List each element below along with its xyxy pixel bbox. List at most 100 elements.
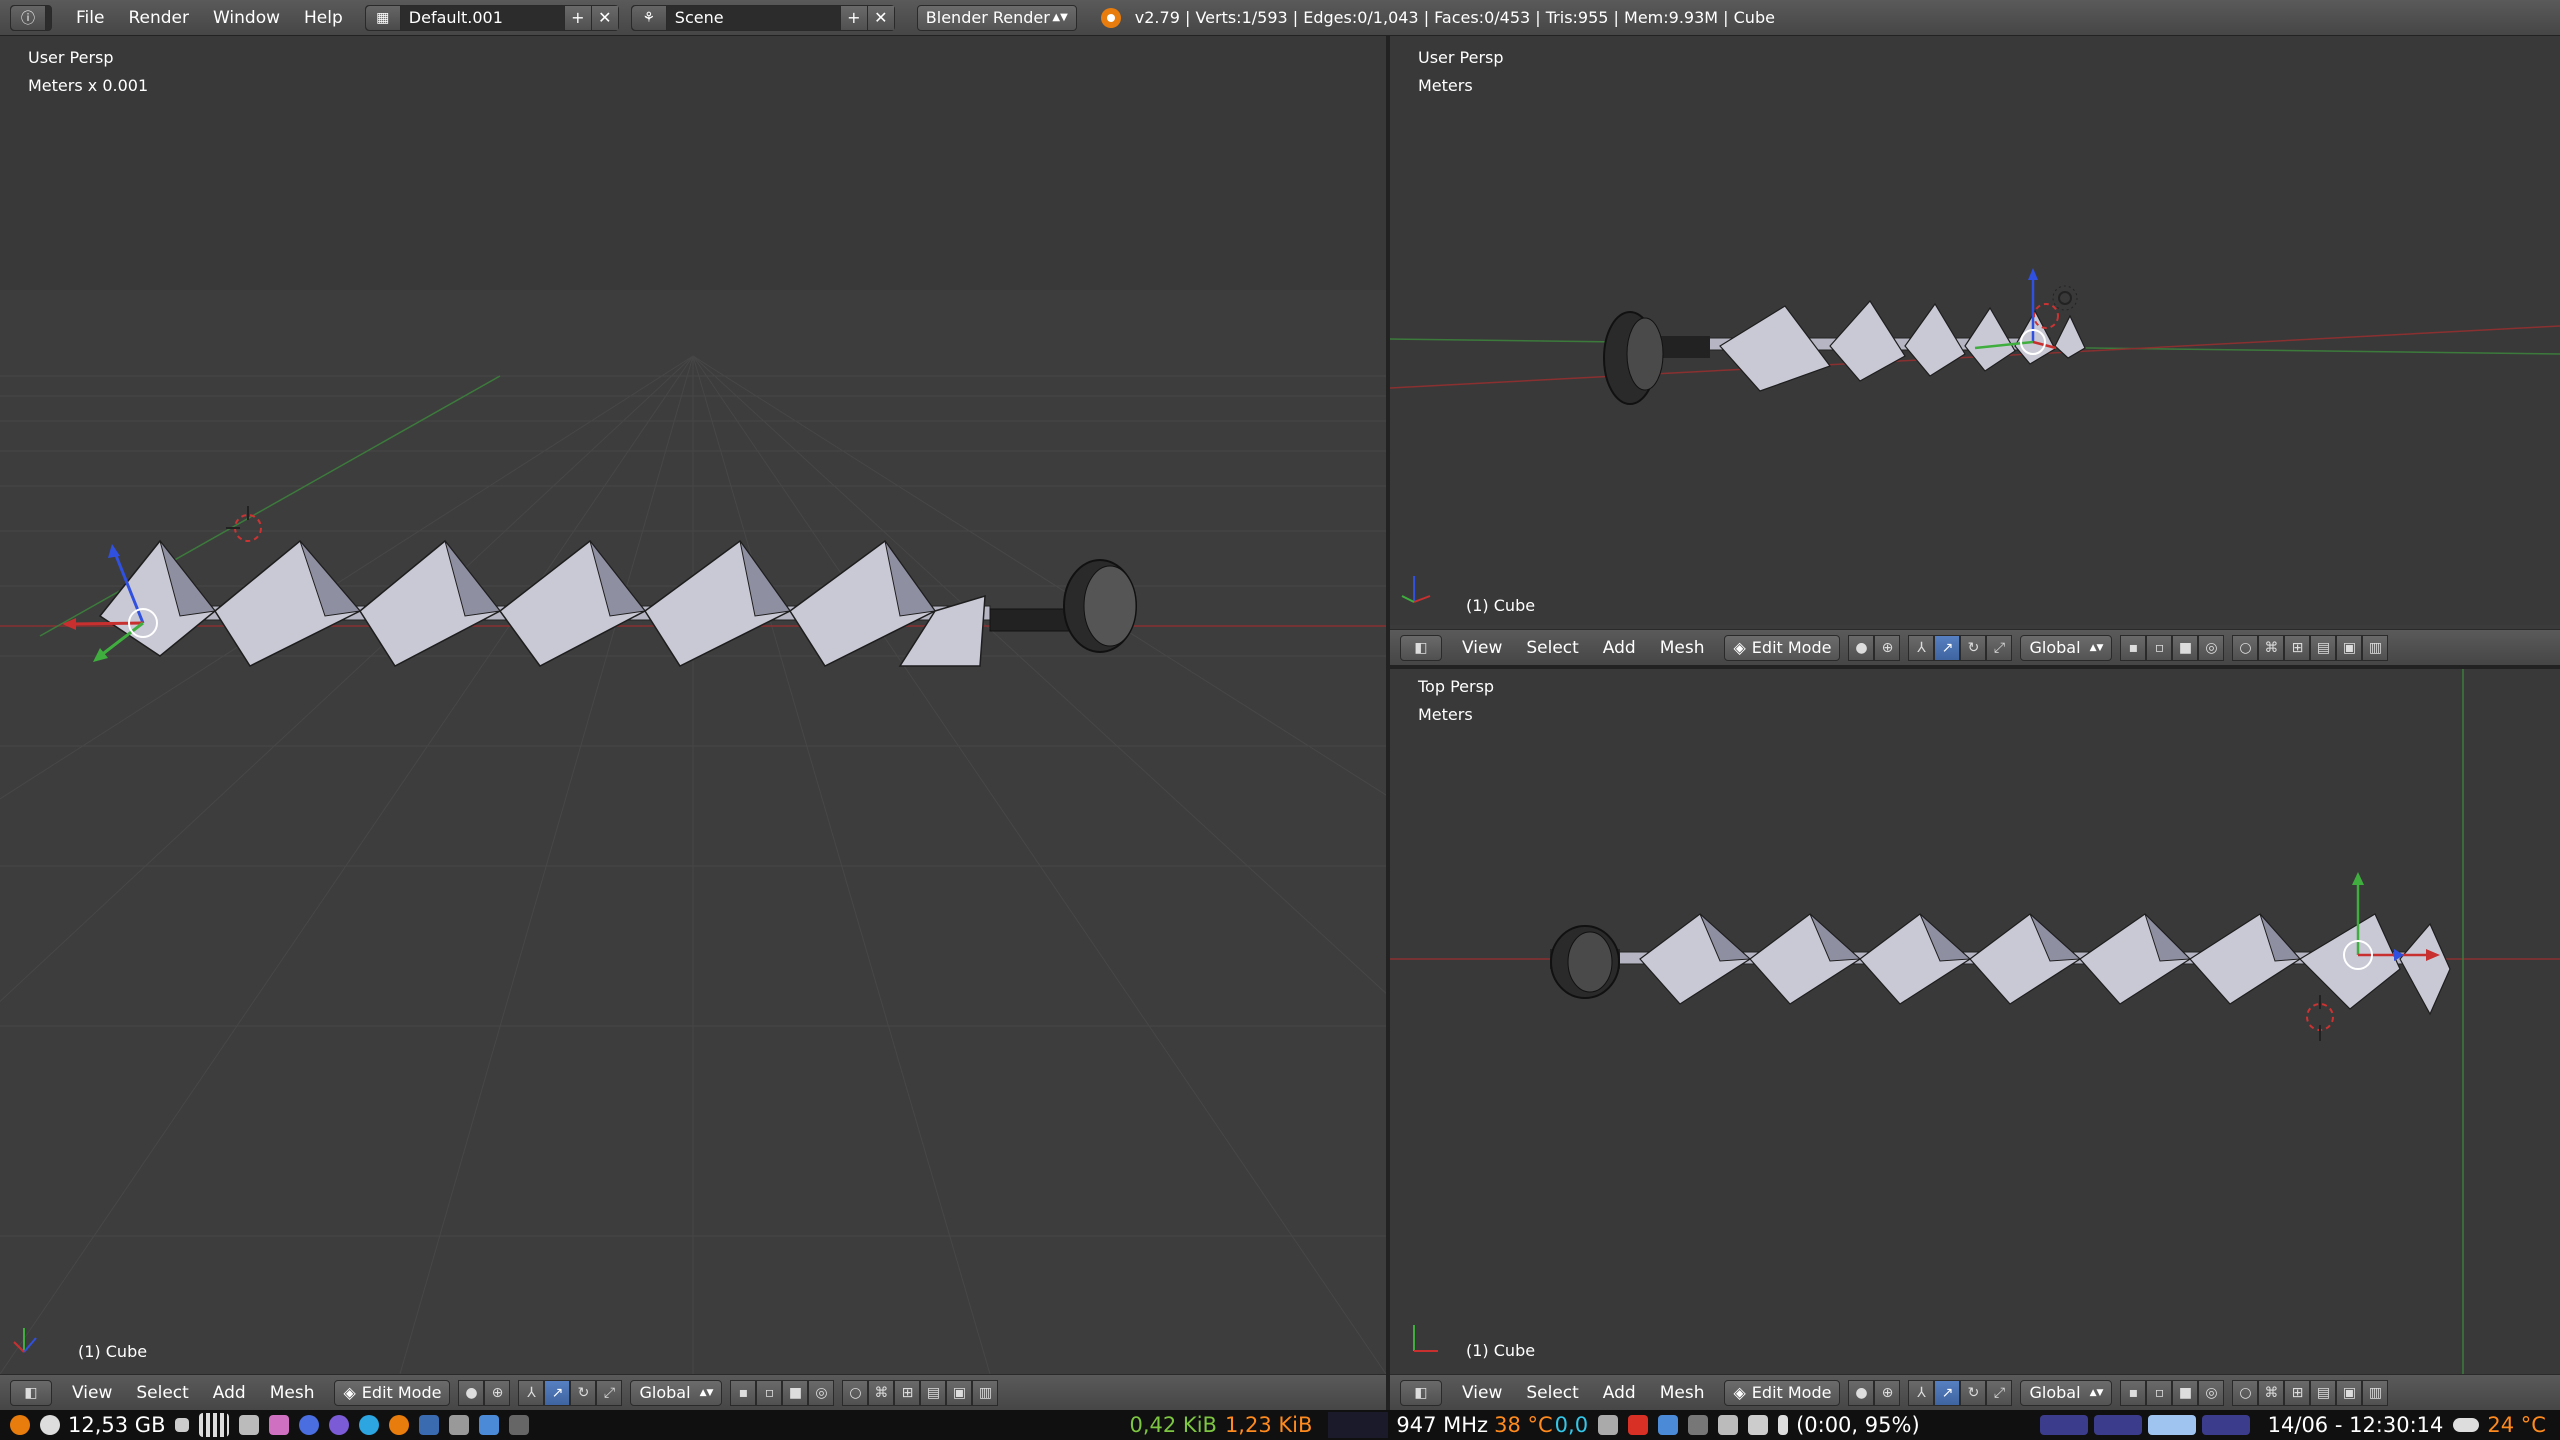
interaction-mode-selector[interactable]: ◈ Edit Mode <box>1724 1379 1841 1406</box>
workspace-3-icon[interactable] <box>2147 1415 2196 1435</box>
settings-icon[interactable] <box>449 1415 470 1435</box>
menu-mesh[interactable]: Mesh <box>1660 1383 1705 1403</box>
3d-cursor[interactable] <box>226 506 262 542</box>
menu-select[interactable]: Select <box>1526 638 1578 658</box>
transform-manipulator[interactable] <box>2343 872 2440 970</box>
layers-icon[interactable]: ▤ <box>920 1379 947 1406</box>
firefox-icon[interactable] <box>299 1415 320 1435</box>
image-viewer-icon[interactable] <box>269 1415 290 1435</box>
scale-manipulator-icon[interactable]: ⤢ <box>1986 634 2013 661</box>
menu-select[interactable]: Select <box>136 1383 188 1403</box>
render-preview-icon[interactable]: ▣ <box>2336 1379 2363 1406</box>
workspace-1-icon[interactable] <box>2039 1415 2088 1435</box>
edge-select-icon[interactable]: ▫ <box>756 1379 783 1406</box>
viewport-bottom-right[interactable]: Top Persp Meters (1) Cube <box>1390 669 2560 1374</box>
layers-icon[interactable]: ▤ <box>2310 634 2337 661</box>
workspace-2-icon[interactable] <box>2093 1415 2142 1435</box>
proportional-editing-icon[interactable]: ○ <box>2232 634 2259 661</box>
blender-active-icon[interactable] <box>419 1415 440 1435</box>
terminal-icon[interactable] <box>509 1415 530 1435</box>
firefox-dev-icon[interactable] <box>329 1415 350 1435</box>
interaction-mode-selector[interactable]: ◈ Edit Mode <box>1724 634 1841 661</box>
editor-type-selector[interactable]: ⓘ <box>10 4 52 31</box>
snap-element-icon[interactable]: ⊞ <box>2284 634 2311 661</box>
viewport-shading-solid-icon[interactable]: ● <box>1848 634 1875 661</box>
translate-manipulator-icon[interactable]: ↗ <box>1934 634 1961 661</box>
scene-name[interactable]: Scene <box>667 8 840 27</box>
menu-select[interactable]: Select <box>1526 1383 1578 1403</box>
viewport-top-right[interactable]: User Persp Meters (1) Cube <box>1390 36 2560 625</box>
edge-select-icon[interactable]: ▫ <box>2146 1379 2173 1406</box>
limit-selection-visible-icon[interactable]: ◎ <box>2198 634 2225 661</box>
app-menu-icon[interactable] <box>10 1415 30 1435</box>
scale-manipulator-icon[interactable]: ⤢ <box>1986 1379 2013 1406</box>
opengl-render-icon[interactable]: ▥ <box>2362 634 2389 661</box>
vertex-select-icon[interactable]: ▪ <box>730 1379 757 1406</box>
viewport-shading-solid-icon[interactable]: ● <box>1848 1379 1875 1406</box>
viewport-left[interactable]: User Persp Meters x 0.001 (1) Cube <box>0 36 1386 1374</box>
translate-manipulator-icon[interactable]: ↗ <box>1934 1379 1961 1406</box>
rotate-manipulator-icon[interactable]: ↻ <box>1960 634 1987 661</box>
overflow-dots-icon[interactable] <box>1688 1415 1709 1435</box>
menu-add[interactable]: Add <box>1603 1383 1636 1403</box>
manipulator-toggle-icon[interactable]: ⅄ <box>518 1379 545 1406</box>
delete-scene-button[interactable]: ✕ <box>866 5 894 30</box>
opengl-render-icon[interactable]: ▥ <box>2362 1379 2389 1406</box>
store-icon[interactable] <box>479 1415 500 1435</box>
rotate-manipulator-icon[interactable]: ↻ <box>570 1379 597 1406</box>
menu-add[interactable]: Add <box>1603 638 1636 658</box>
snap-toggle-icon[interactable]: ⌘ <box>2258 634 2285 661</box>
layers-icon[interactable]: ▤ <box>2310 1379 2337 1406</box>
limit-selection-visible-icon[interactable]: ◎ <box>2198 1379 2225 1406</box>
power-icon[interactable] <box>40 1415 60 1435</box>
transform-orientation-selector[interactable]: Global ▲▼ <box>2020 1379 2113 1406</box>
pivot-point-icon[interactable]: ⊕ <box>1874 634 1901 661</box>
interaction-mode-selector[interactable]: ◈ Edit Mode <box>334 1379 451 1406</box>
scale-manipulator-icon[interactable]: ⤢ <box>596 1379 623 1406</box>
menu-mesh[interactable]: Mesh <box>1660 638 1705 658</box>
menu-add[interactable]: Add <box>213 1383 246 1403</box>
pivot-point-icon[interactable]: ⊕ <box>1874 1379 1901 1406</box>
face-select-icon[interactable]: ■ <box>2172 1379 2199 1406</box>
proportional-editing-icon[interactable]: ○ <box>2232 1379 2259 1406</box>
screen-layout-name[interactable]: Default.001 <box>401 8 564 27</box>
face-select-icon[interactable]: ■ <box>782 1379 809 1406</box>
auger-mesh[interactable] <box>98 539 1137 667</box>
transform-orientation-selector[interactable]: Global ▲▼ <box>2020 634 2113 661</box>
gmail-icon[interactable] <box>1628 1415 1649 1435</box>
menu-view[interactable]: View <box>1462 1383 1502 1403</box>
proportional-editing-icon[interactable]: ○ <box>842 1379 869 1406</box>
edge-select-icon[interactable]: ▫ <box>2146 634 2173 661</box>
menu-window[interactable]: Window <box>213 8 280 28</box>
battery-icon[interactable] <box>1778 1415 1789 1435</box>
lamp-object[interactable] <box>2052 285 2078 311</box>
menu-view[interactable]: View <box>1462 638 1502 658</box>
opengl-render-icon[interactable]: ▥ <box>972 1379 999 1406</box>
scene-selector[interactable]: ⚘ Scene + ✕ <box>630 4 895 31</box>
vertex-select-icon[interactable]: ▪ <box>2120 1379 2147 1406</box>
workspace-4-icon[interactable] <box>2201 1415 2250 1435</box>
clipboard-icon[interactable] <box>1748 1415 1769 1435</box>
menu-help[interactable]: Help <box>304 8 343 28</box>
face-select-icon[interactable]: ■ <box>2172 634 2199 661</box>
workspace-switcher[interactable] <box>2030 1415 2250 1435</box>
menu-mesh[interactable]: Mesh <box>270 1383 315 1403</box>
transform-orientation-selector[interactable]: Global ▲▼ <box>630 1379 723 1406</box>
bluetooth-icon[interactable] <box>1658 1415 1679 1435</box>
limit-selection-visible-icon[interactable]: ◎ <box>808 1379 835 1406</box>
menu-render[interactable]: Render <box>128 8 189 28</box>
wifi-icon[interactable] <box>1598 1415 1619 1435</box>
location-icon[interactable] <box>1718 1415 1739 1435</box>
files-icon[interactable] <box>239 1415 260 1435</box>
viewport-shading-solid-icon[interactable]: ● <box>458 1379 485 1406</box>
render-preview-icon[interactable]: ▣ <box>2336 634 2363 661</box>
editor-type-3dview-icon[interactable]: ◧ <box>1400 634 1442 661</box>
render-engine-selector[interactable]: Blender Render ▲▼ <box>916 4 1077 31</box>
menu-file[interactable]: File <box>76 8 104 28</box>
snap-element-icon[interactable]: ⊞ <box>2284 1379 2311 1406</box>
pivot-point-icon[interactable]: ⊕ <box>484 1379 511 1406</box>
snap-element-icon[interactable]: ⊞ <box>894 1379 921 1406</box>
rotate-manipulator-icon[interactable]: ↻ <box>1960 1379 1987 1406</box>
telegram-icon[interactable] <box>359 1415 380 1435</box>
snap-toggle-icon[interactable]: ⌘ <box>868 1379 895 1406</box>
